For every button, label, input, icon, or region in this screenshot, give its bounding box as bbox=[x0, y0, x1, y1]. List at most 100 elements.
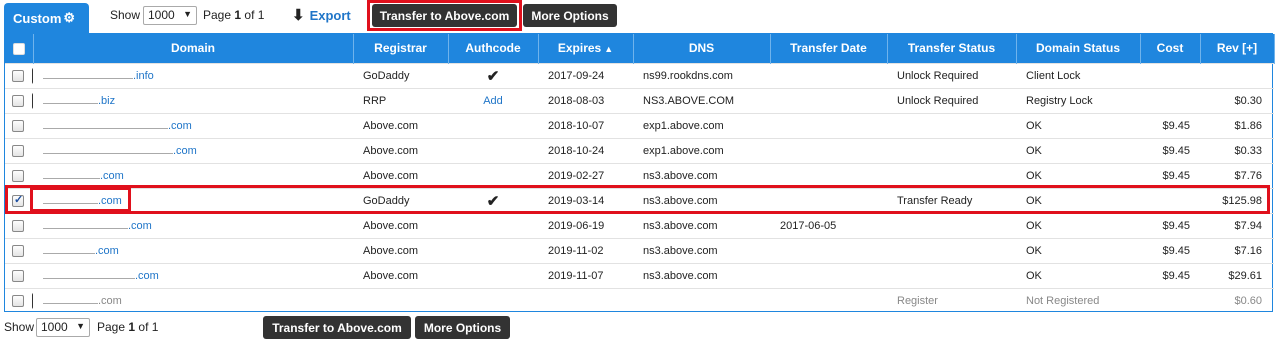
footer-more-options-button[interactable]: More Options bbox=[415, 316, 510, 339]
domain-link[interactable]: .biz bbox=[43, 95, 115, 107]
row-checkbox[interactable] bbox=[12, 144, 24, 157]
page-size-value: 1000 bbox=[148, 8, 175, 22]
row-select-cell: Transfer to Above bbox=[5, 187, 33, 213]
export-button[interactable]: ⬇ Export bbox=[292, 6, 351, 24]
row-checkbox[interactable] bbox=[12, 94, 24, 107]
col-rev[interactable]: Rev [+] bbox=[1200, 34, 1275, 63]
domain-redacted bbox=[43, 195, 98, 204]
col-domain[interactable]: Domain bbox=[33, 34, 354, 63]
row-select-cell: ✔at Above bbox=[5, 262, 33, 288]
expires-cell: 2019-11-02 bbox=[538, 237, 633, 263]
footer-transfer-label: Transfer to Above.com bbox=[272, 320, 402, 335]
row-checkbox[interactable] bbox=[12, 219, 24, 232]
cost-cell: $9.45 bbox=[1140, 237, 1200, 263]
footer-transfer-to-above-button[interactable]: Transfer to Above.com bbox=[263, 316, 411, 339]
table-row[interactable]: Transfer to Above .info GoDaddy ✔ 2017-0… bbox=[5, 62, 1274, 88]
col-dns[interactable]: DNS bbox=[633, 34, 771, 63]
transfer-status-cell bbox=[887, 112, 1016, 138]
col-domain-status[interactable]: Domain Status bbox=[1016, 34, 1141, 63]
table-row[interactable]: Transfer to Above .biz RRP Add 2018-08-0… bbox=[5, 87, 1274, 113]
transfer-status-cell bbox=[887, 212, 1016, 238]
table-row[interactable]: ✔at Above .com Above.com 2018-10-07 exp1… bbox=[5, 112, 1274, 138]
more-options-button[interactable]: More Options bbox=[523, 4, 617, 27]
table-row[interactable]: ✔at Above .com Above.com 2019-11-07 ns3.… bbox=[5, 262, 1274, 288]
select-all-checkbox[interactable] bbox=[12, 43, 25, 56]
col-transfer-date[interactable]: Transfer Date bbox=[770, 34, 888, 63]
table-row[interactable]: ✔at Above .com Above.com 2019-11-02 ns3.… bbox=[5, 237, 1274, 263]
domain-link[interactable]: .com bbox=[43, 220, 152, 232]
table-row[interactable]: Transfer to Above .com Register Not Regi… bbox=[5, 287, 1274, 313]
footer-page-size-select[interactable]: 1000 ▼ bbox=[36, 318, 90, 337]
tab-custom[interactable]: Custom ⚙ bbox=[4, 3, 89, 33]
domain-link[interactable]: .com bbox=[43, 245, 119, 257]
authcode-cell bbox=[448, 262, 538, 288]
transfer-date-cell bbox=[770, 287, 887, 313]
row-transfer-button[interactable]: Transfer to Above bbox=[32, 67, 33, 84]
registrar-cell: Above.com bbox=[353, 137, 448, 163]
row-checkbox[interactable] bbox=[12, 294, 24, 307]
chevron-down-icon: ▼ bbox=[183, 9, 192, 19]
registrar-cell: Above.com bbox=[353, 212, 448, 238]
cost-cell: $9.45 bbox=[1140, 162, 1200, 188]
domain-status-cell: OK bbox=[1016, 137, 1140, 163]
transfer-date-cell bbox=[770, 112, 887, 138]
row-transfer-button[interactable]: Transfer to Above bbox=[32, 192, 33, 209]
transfer-status-cell: Unlock Required bbox=[887, 62, 1016, 88]
domain-tld: .com bbox=[95, 244, 119, 257]
domain-cell: .com bbox=[33, 162, 353, 188]
show-label: Show bbox=[110, 8, 141, 22]
footer-more-options-label: More Options bbox=[423, 320, 502, 335]
footer-page-size-value: 1000 bbox=[41, 320, 68, 334]
table-row[interactable]: ✔at Above .com Above.com 2019-02-27 ns3.… bbox=[5, 162, 1274, 188]
col-authcode[interactable]: Authcode bbox=[448, 34, 539, 63]
row-checkbox[interactable] bbox=[12, 244, 24, 257]
col-expires[interactable]: Expires ▲ bbox=[538, 34, 634, 63]
check-icon: ✔ bbox=[32, 269, 33, 283]
dns-cell: exp1.above.com bbox=[633, 137, 770, 163]
domain-tld: .com bbox=[135, 269, 159, 282]
domain-link[interactable]: .com bbox=[43, 170, 124, 182]
rev-cell: $0.30 bbox=[1200, 87, 1274, 113]
table-row[interactable]: Transfer to Above .com GoDaddy ✔ 2019-03… bbox=[5, 187, 1274, 213]
row-checkbox[interactable] bbox=[12, 119, 24, 132]
dns-cell: ns3.above.com bbox=[633, 212, 770, 238]
expires-cell: 2019-11-07 bbox=[538, 262, 633, 288]
authcode-add-link[interactable]: Add bbox=[483, 95, 503, 107]
at-above-status: ✔at Above bbox=[32, 269, 33, 283]
col-transfer-status[interactable]: Transfer Status bbox=[887, 34, 1017, 63]
row-checkbox[interactable] bbox=[12, 269, 24, 282]
export-label: Export bbox=[309, 7, 351, 23]
page-size-select[interactable]: 1000 ▼ bbox=[143, 6, 197, 25]
domain-cell: .com bbox=[33, 237, 353, 263]
col-registrar[interactable]: Registrar bbox=[353, 34, 449, 63]
row-checkbox[interactable] bbox=[12, 169, 24, 182]
authcode-cell: ✔ bbox=[448, 187, 538, 213]
rev-cell: $7.16 bbox=[1200, 237, 1274, 263]
row-transfer-button[interactable]: Transfer to Above bbox=[32, 92, 33, 109]
col-cost[interactable]: Cost bbox=[1140, 34, 1201, 63]
domain-tld: .com bbox=[128, 219, 152, 232]
transfer-to-above-button[interactable]: Transfer to Above.com bbox=[372, 4, 517, 27]
row-select-cell: Transfer to Above bbox=[5, 87, 33, 113]
domain-link[interactable]: .com bbox=[43, 270, 159, 282]
domain-link[interactable]: .com bbox=[43, 195, 122, 207]
domain-link[interactable]: .com bbox=[43, 145, 197, 157]
row-checkbox[interactable] bbox=[12, 69, 24, 82]
gear-icon[interactable]: ⚙ bbox=[63, 10, 75, 26]
row-transfer-button[interactable]: Transfer to Above bbox=[32, 292, 33, 309]
expires-cell bbox=[538, 287, 633, 313]
transfer-status-cell bbox=[887, 237, 1016, 263]
transfer-status-cell[interactable]: Register bbox=[887, 287, 1016, 313]
authcode-cell bbox=[448, 137, 538, 163]
domain-link[interactable]: .com bbox=[43, 295, 122, 307]
table-row[interactable]: ✔at Above .com Above.com 2019-06-19 ns3.… bbox=[5, 212, 1274, 238]
row-checkbox[interactable] bbox=[12, 193, 24, 207]
rev-cell: $7.94 bbox=[1200, 212, 1274, 238]
table-row[interactable]: ✔at Above .com Above.com 2018-10-24 exp1… bbox=[5, 137, 1274, 163]
transfer-status-cell: Unlock Required bbox=[887, 87, 1016, 113]
table-header-row: Domain Registrar Authcode Expires ▲ DNS T… bbox=[5, 34, 1275, 63]
row-select-cell: ✔at Above bbox=[5, 212, 33, 238]
domain-link[interactable]: .com bbox=[43, 120, 192, 132]
rev-cell: $1.86 bbox=[1200, 112, 1274, 138]
domain-link[interactable]: .info bbox=[43, 70, 154, 82]
